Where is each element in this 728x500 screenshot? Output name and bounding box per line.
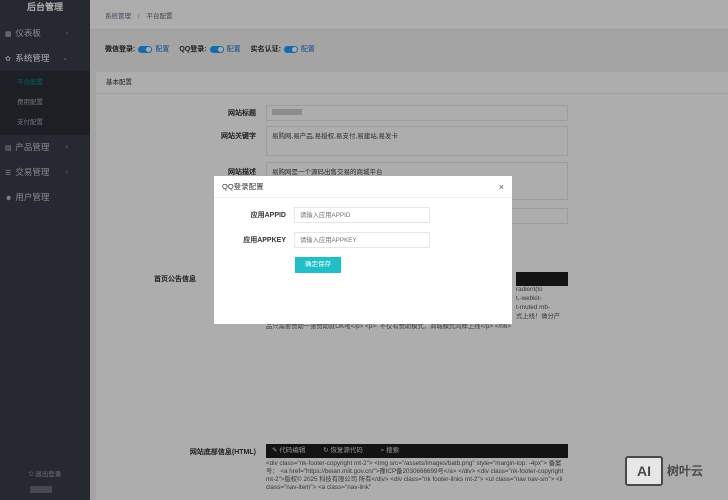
appid-row: 应用APPID (214, 207, 512, 225)
appkey-input[interactable] (294, 232, 430, 248)
watermark-text: 树叶云 (667, 464, 704, 478)
modal-title: QQ登录配置 × (214, 176, 512, 198)
qq-login-config-modal: QQ登录配置 × 应用APPID 应用APPKEY 确定保存 (214, 176, 512, 324)
watermark: AI 树叶云 (625, 453, 723, 488)
save-button[interactable]: 确定保存 (295, 257, 341, 273)
appkey-label: 应用APPKEY (243, 237, 286, 244)
appid-label: 应用APPID (250, 212, 286, 219)
appid-input[interactable] (294, 207, 430, 223)
modal-overlay[interactable]: QQ登录配置 × 应用APPID 应用APPKEY 确定保存 (0, 0, 728, 500)
close-icon[interactable]: × (499, 176, 504, 198)
appkey-row: 应用APPKEY (214, 232, 512, 250)
watermark-logo: AI (625, 455, 663, 486)
modal-title-text: QQ登录配置 (222, 182, 264, 191)
